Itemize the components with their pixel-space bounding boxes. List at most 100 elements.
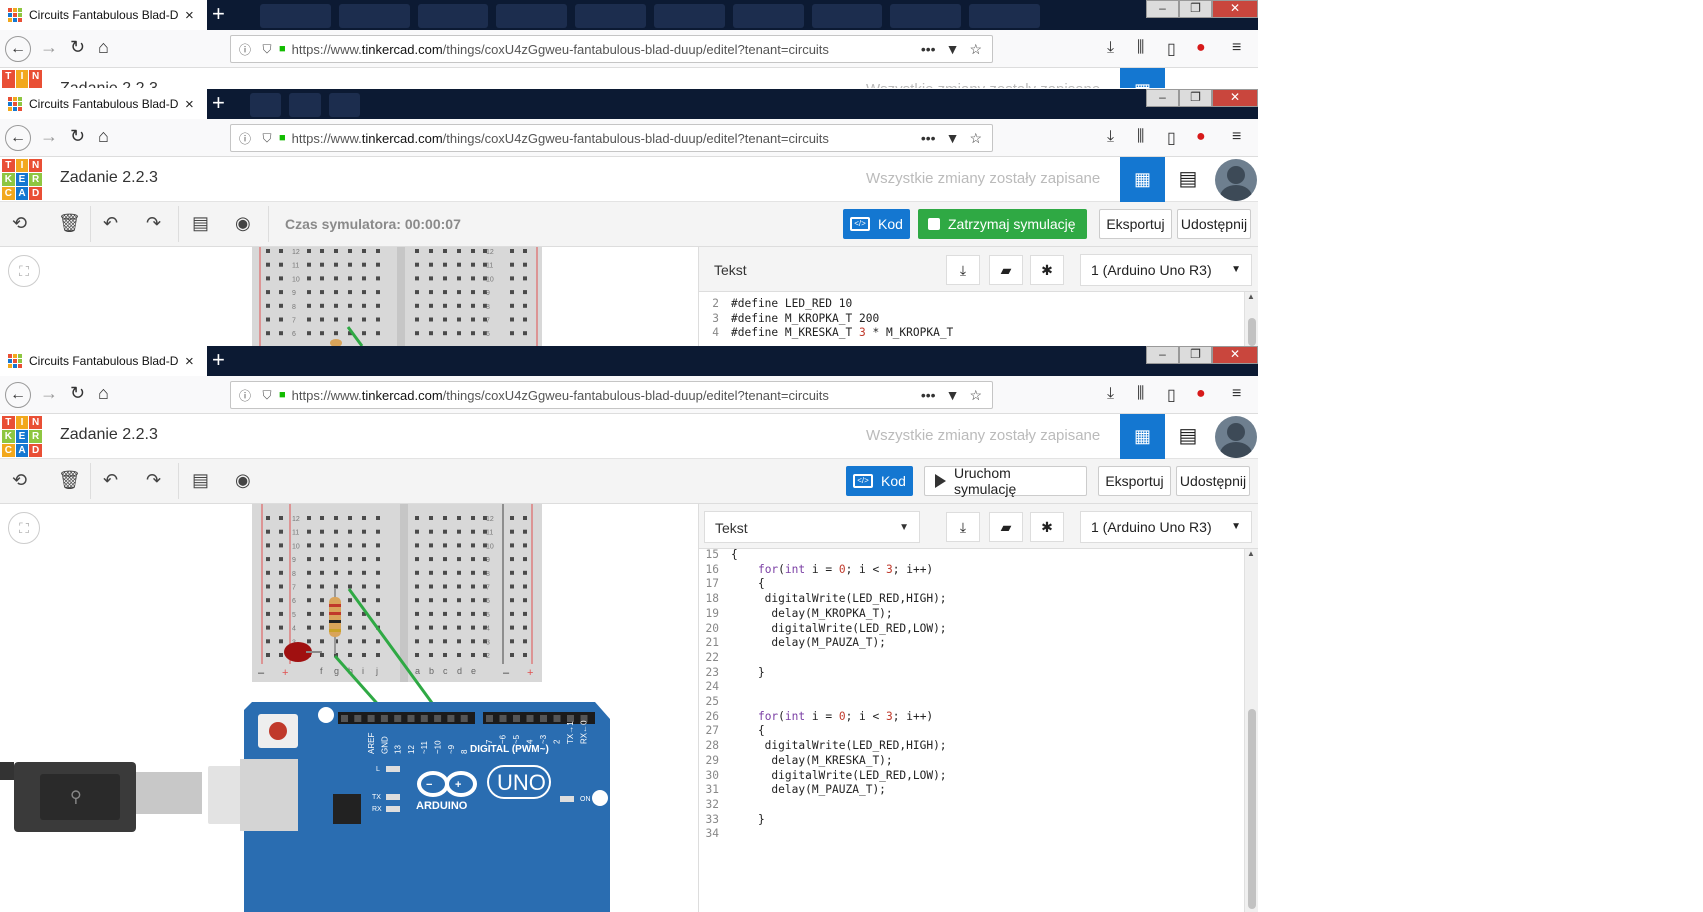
code-line[interactable]: 20 digitalWrite(LED_RED,LOW); xyxy=(699,622,1258,637)
page-actions-icon[interactable]: ••• xyxy=(921,130,936,146)
info-icon[interactable]: ⓘ xyxy=(237,41,253,58)
breadboard-hole[interactable] xyxy=(362,331,366,336)
breadboard-hole[interactable] xyxy=(362,290,366,295)
home-icon[interactable]: ⌂ xyxy=(98,37,109,58)
code-line[interactable]: 32 xyxy=(699,798,1258,813)
breadboard-hole[interactable] xyxy=(307,249,311,253)
breadboard-hole[interactable] xyxy=(415,303,419,308)
breadboard-hole[interactable] xyxy=(510,262,514,267)
breadboard-hole[interactable] xyxy=(457,276,461,281)
breadboard-hole[interactable] xyxy=(334,529,338,534)
header-pin[interactable] xyxy=(460,715,468,722)
tab-close-icon[interactable]: × xyxy=(185,353,194,370)
breadboard-hole[interactable] xyxy=(266,303,270,308)
breadboard-hole[interactable] xyxy=(415,331,419,336)
sidebar-icon[interactable]: ▯ xyxy=(1167,39,1176,59)
tinkercad-logo[interactable]: T I N K E R C A D xyxy=(2,416,42,457)
breadboard-hole[interactable] xyxy=(334,303,338,308)
breadboard-hole[interactable] xyxy=(429,249,433,253)
breadboard-hole[interactable] xyxy=(415,557,419,562)
breadboard-hole[interactable] xyxy=(429,529,433,534)
pocket-icon[interactable]: ▼ xyxy=(946,130,960,146)
breadboard-hole[interactable] xyxy=(443,317,447,322)
breadboard-hole[interactable] xyxy=(510,625,514,630)
delete-icon[interactable]: 🗑 xyxy=(58,470,81,491)
breadboard-hole[interactable] xyxy=(334,317,338,322)
header-pin[interactable] xyxy=(486,715,493,722)
breadboard-hole[interactable] xyxy=(457,598,461,603)
breadboard-hole[interactable] xyxy=(362,598,366,603)
browser-tab[interactable]: Circuits Fantabulous Blad-Duup × xyxy=(0,89,207,119)
breadboard-hole[interactable] xyxy=(376,639,380,644)
breadboard-hole[interactable] xyxy=(471,543,475,548)
breadboard-hole[interactable] xyxy=(376,557,380,562)
tinkercad-logo[interactable]: T I N K E R C A D xyxy=(2,159,42,200)
export-button[interactable]: Eksportuj xyxy=(1099,209,1172,239)
breadboard-hole[interactable] xyxy=(348,303,352,308)
undo-icon[interactable]: ↶ xyxy=(103,213,118,234)
breadboard-hole[interactable] xyxy=(348,625,352,630)
code-line[interactable]: 3 #define M_KROPKA_T 200 xyxy=(699,312,1258,327)
shield-icon[interactable]: ⛉ xyxy=(259,388,275,403)
reset-button-cap[interactable] xyxy=(269,722,287,740)
breadboard-hole[interactable] xyxy=(471,276,475,281)
info-icon[interactable]: ⓘ xyxy=(237,387,253,404)
share-button[interactable]: Udostępnij xyxy=(1177,209,1251,239)
sidebar-icon[interactable]: ▯ xyxy=(1167,128,1176,148)
breadboard-hole[interactable] xyxy=(362,584,366,589)
extension-icon[interactable]: ● xyxy=(1196,128,1206,146)
breadboard-hole[interactable] xyxy=(348,516,352,520)
breadboard-hole[interactable] xyxy=(457,557,461,562)
code-line[interactable]: 16 for(int i = 0; i < 3; i++) xyxy=(699,563,1258,578)
info-icon[interactable]: ⓘ xyxy=(237,130,253,147)
breadboard-hole[interactable] xyxy=(457,570,461,575)
breadboard-hole[interactable] xyxy=(443,570,447,575)
breadboard-hole[interactable] xyxy=(523,516,527,520)
arduino-board[interactable]: AREF GND 13 12 ~11 ~10 ~9 87 ~6 ~5 4 ~3 2 TX→1 RX←0 DI… xyxy=(244,702,610,912)
breadboard-hole[interactable] xyxy=(443,290,447,295)
breadboard-hole[interactable] xyxy=(279,653,283,657)
code-line[interactable]: 28 digitalWrite(LED_RED,HIGH); xyxy=(699,739,1258,754)
breadboard-hole[interactable] xyxy=(320,317,324,322)
breadboard-hole[interactable] xyxy=(510,529,514,534)
breadboard-hole[interactable] xyxy=(266,331,270,336)
visibility-icon[interactable]: ◉ xyxy=(235,470,251,491)
breadboard-hole[interactable] xyxy=(348,557,352,562)
avatar[interactable] xyxy=(1215,416,1257,458)
breadboard-hole[interactable] xyxy=(523,543,527,548)
breadboard-hole[interactable] xyxy=(320,625,324,630)
breadboard-hole[interactable] xyxy=(348,529,352,534)
breadboard-hole[interactable] xyxy=(266,276,270,281)
breadboard-hole[interactable] xyxy=(443,611,447,616)
breadboard-hole[interactable] xyxy=(362,529,366,534)
breadboard-hole[interactable] xyxy=(429,570,433,575)
breadboard-hole[interactable] xyxy=(362,303,366,308)
code-editor[interactable]: 2 #define LED_RED 10 3 #define M_KROPKA_T 2… xyxy=(699,297,1258,341)
breadboard-hole[interactable] xyxy=(510,611,514,616)
breadboard-hole[interactable] xyxy=(523,331,527,336)
breadboard-hole[interactable] xyxy=(429,276,433,281)
breadboard-hole[interactable] xyxy=(320,290,324,295)
libraries-icon[interactable]: ▰ xyxy=(989,512,1023,542)
breadboard-hole[interactable] xyxy=(415,317,419,322)
code-line[interactable]: 21 delay(M_PAUZA_T); xyxy=(699,636,1258,651)
breadboard-hole[interactable] xyxy=(307,262,311,267)
breadboard-hole[interactable] xyxy=(523,570,527,575)
breadboard-hole[interactable] xyxy=(279,331,283,336)
breadboard-hole[interactable] xyxy=(471,584,475,589)
breadboard-hole[interactable] xyxy=(266,639,270,644)
breadboard-hole[interactable] xyxy=(471,303,475,308)
breadboard-hole[interactable] xyxy=(443,639,447,644)
url-text[interactable]: https://www.tinkercad.com/things/coxU4zG… xyxy=(292,388,921,403)
breadboard-hole[interactable] xyxy=(307,290,311,295)
forward-icon[interactable]: → xyxy=(40,126,58,147)
breadboard-hole[interactable] xyxy=(334,290,338,295)
breadboard-hole[interactable] xyxy=(510,317,514,322)
breadboard-hole[interactable] xyxy=(457,584,461,589)
maximize-button[interactable]: ❐ xyxy=(1179,346,1212,364)
maximize-button[interactable]: ❐ xyxy=(1179,89,1212,107)
breadboard-hole[interactable] xyxy=(279,516,283,520)
breadboard-hole[interactable] xyxy=(443,653,447,657)
breadboard-hole[interactable] xyxy=(510,249,514,253)
project-title[interactable]: Zadanie 2.2.3 xyxy=(60,80,158,88)
